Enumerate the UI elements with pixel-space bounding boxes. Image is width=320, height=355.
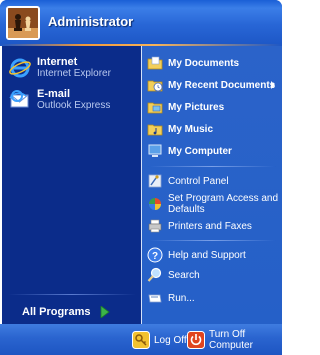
menu-item-printers-faxes[interactable]: Printers and Faxes xyxy=(147,216,279,236)
green-arrow-icon xyxy=(101,306,111,318)
menu-item-label: My Documents xyxy=(168,57,240,69)
log-off-key-icon xyxy=(132,331,150,349)
svg-text:?: ? xyxy=(152,251,158,262)
power-icon xyxy=(187,331,205,349)
pinned-subtitle: Internet Explorer xyxy=(37,68,111,79)
right-separator xyxy=(148,166,276,167)
pinned-subtitle: Outlook Express xyxy=(37,100,111,111)
username-label: Administrator xyxy=(48,14,134,29)
right-separator xyxy=(148,240,276,241)
menu-item-label: Run... xyxy=(168,292,195,304)
menu-item-run[interactable]: Run... xyxy=(147,288,279,308)
menu-item-label: Printers and Faxes xyxy=(168,220,252,232)
menu-item-my-pictures[interactable]: My Pictures xyxy=(147,97,279,117)
menu-item-help-support[interactable]: ? Help and Support xyxy=(147,245,279,265)
run-icon xyxy=(148,294,162,303)
set-program-access-icon xyxy=(149,198,161,210)
menu-item-label: Search xyxy=(168,269,200,281)
menu-item-label: My Recent Documents xyxy=(168,79,276,91)
start-menu-header: Administrator xyxy=(0,0,282,45)
outlook-express-icon xyxy=(9,90,29,108)
right-panel-inner: My Documents My Recent Documents My Pict… xyxy=(142,46,282,324)
my-documents-icon xyxy=(147,56,163,70)
turn-off-button[interactable]: Turn Off Computer xyxy=(187,329,282,351)
menu-item-set-program-access[interactable]: Set Program Access and Defaults xyxy=(147,193,279,217)
my-music-icon xyxy=(147,124,163,136)
menu-item-search[interactable]: Search xyxy=(147,265,279,285)
all-programs-label: All Programs xyxy=(22,306,91,318)
menu-item-label: My Computer xyxy=(168,145,232,157)
start-menu: Administrator Internet Internet Explorer xyxy=(0,0,282,355)
menu-item-my-music[interactable]: My Music xyxy=(147,119,279,139)
menu-item-label-line1: Set Program Access and xyxy=(168,193,279,204)
menu-item-control-panel[interactable]: Control Panel xyxy=(147,171,279,191)
left-panel: Internet Internet Explorer E-mail Outloo… xyxy=(0,46,141,324)
user-avatar[interactable] xyxy=(6,6,40,40)
pinned-item-email[interactable]: E-mail Outlook Express xyxy=(6,86,139,120)
search-icon xyxy=(147,267,162,282)
menu-item-label: My Music xyxy=(168,123,214,135)
pinned-item-internet[interactable]: Internet Internet Explorer xyxy=(6,54,139,88)
internet-explorer-icon xyxy=(9,58,31,78)
my-recent-documents-icon xyxy=(147,80,163,92)
turn-off-label: Turn Off Computer xyxy=(209,329,253,351)
menu-item-my-documents[interactable]: My Documents xyxy=(147,53,279,73)
start-menu-footer: Log Off Turn Off Computer xyxy=(0,324,282,355)
left-panel-inner: Internet Internet Explorer E-mail Outloo… xyxy=(2,46,141,324)
menu-item-my-computer[interactable]: My Computer xyxy=(147,141,279,161)
submenu-arrow-icon xyxy=(271,81,275,89)
my-pictures-icon xyxy=(147,102,163,114)
pinned-title: E-mail xyxy=(37,88,71,100)
all-programs-button[interactable]: All Programs xyxy=(22,304,111,320)
menu-item-my-recent-documents[interactable]: My Recent Documents xyxy=(147,75,279,95)
my-computer-icon xyxy=(148,144,162,157)
menu-item-label: Help and Support xyxy=(168,249,246,261)
menu-item-label-line2: Defaults xyxy=(168,204,205,215)
control-panel-icon xyxy=(148,174,162,188)
menu-item-label: Control Panel xyxy=(168,175,229,187)
right-panel: My Documents My Recent Documents My Pict… xyxy=(141,46,282,324)
left-separator xyxy=(8,294,136,295)
log-off-button[interactable]: Log Off xyxy=(132,330,187,350)
pinned-title: Internet xyxy=(37,56,78,68)
chess-avatar-icon xyxy=(8,8,38,38)
menu-item-label: My Pictures xyxy=(168,101,225,113)
help-icon: ? xyxy=(147,247,163,263)
log-off-label: Log Off xyxy=(154,334,187,346)
printers-faxes-icon xyxy=(148,219,162,233)
